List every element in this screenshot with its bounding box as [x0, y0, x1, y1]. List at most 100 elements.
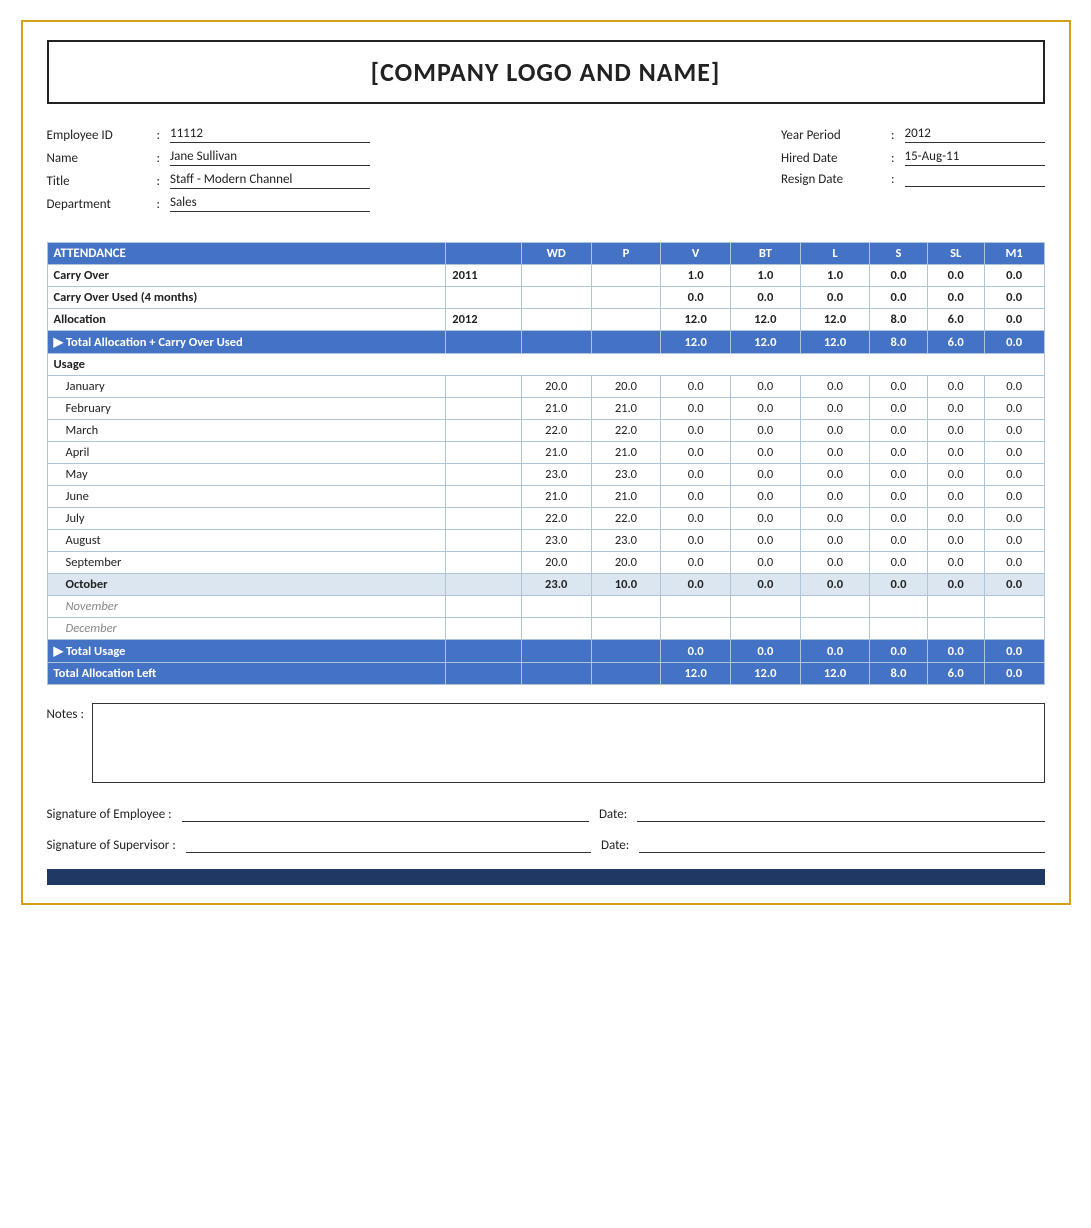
table-cell: 21.0 [521, 398, 591, 420]
hired-date-row: Hired Date : 15-Aug-11 [781, 149, 1044, 166]
notes-label: Notes : [47, 707, 84, 722]
table-cell: 0.0 [800, 398, 870, 420]
table-cell: 0.0 [661, 486, 731, 508]
hired-date-label: Hired Date [781, 151, 881, 166]
notes-section: Notes : [47, 703, 1045, 783]
table-cell: 0.0 [870, 398, 927, 420]
table-cell: 0.0 [984, 265, 1044, 287]
table-cell: 6.0 [927, 663, 984, 685]
table-cell [446, 663, 522, 685]
col-p: P [591, 243, 661, 265]
employee-date-line[interactable] [637, 821, 1044, 822]
table-row: Carry Over20111.01.01.00.00.00.0 [47, 265, 1044, 287]
table-cell [591, 331, 661, 354]
table-cell: 0.0 [800, 530, 870, 552]
col-wd: WD [521, 243, 591, 265]
table-cell: 0.0 [984, 398, 1044, 420]
table-cell: 0.0 [661, 420, 731, 442]
table-cell: 0.0 [870, 530, 927, 552]
table-cell [730, 596, 800, 618]
table-cell: 0.0 [984, 552, 1044, 574]
table-cell: 0.0 [870, 486, 927, 508]
table-row: ▶ Total Usage0.00.00.00.00.00.0 [47, 640, 1044, 663]
resign-date-value[interactable] [905, 185, 1045, 187]
table-cell [591, 596, 661, 618]
notes-box[interactable] [92, 703, 1045, 783]
table-cell [521, 265, 591, 287]
table-cell: 0.0 [927, 287, 984, 309]
col-attendance: ATTENDANCE [47, 243, 446, 265]
table-cell: 0.0 [730, 552, 800, 574]
table-cell: 21.0 [521, 442, 591, 464]
table-cell [446, 486, 522, 508]
table-row: Carry Over Used (4 months)0.00.00.00.00.… [47, 287, 1044, 309]
table-cell [446, 420, 522, 442]
employee-id-label: Employee ID [47, 128, 147, 143]
table-cell: 0.0 [730, 442, 800, 464]
table-cell: 0.0 [661, 552, 731, 574]
table-cell: 0.0 [800, 486, 870, 508]
signature-section: Signature of Employee : Date: Signature … [47, 807, 1045, 853]
table-cell: 0.0 [870, 442, 927, 464]
employee-date-label: Date: [599, 807, 627, 822]
table-cell: 0.0 [927, 265, 984, 287]
hired-date-value[interactable]: 15-Aug-11 [905, 149, 1045, 166]
table-row: Usage [47, 354, 1044, 376]
table-cell: 0.0 [984, 530, 1044, 552]
table-cell: 22.0 [591, 508, 661, 530]
table-cell: 6.0 [927, 309, 984, 331]
table-cell: 20.0 [521, 376, 591, 398]
table-cell: 6.0 [927, 331, 984, 354]
col-sl: SL [927, 243, 984, 265]
table-cell [661, 596, 731, 618]
supervisor-date-line[interactable] [639, 852, 1044, 853]
employee-title-value[interactable]: Staff - Modern Channel [170, 172, 370, 189]
table-cell [446, 574, 522, 596]
year-period-value[interactable]: 2012 [905, 126, 1045, 143]
table-row: September20.020.00.00.00.00.00.00.0 [47, 552, 1044, 574]
table-cell: 23.0 [521, 464, 591, 486]
employee-name-colon: : [157, 151, 160, 166]
info-right: Year Period : 2012 Hired Date : 15-Aug-1… [781, 126, 1044, 214]
table-cell: 23.0 [591, 530, 661, 552]
table-row: June21.021.00.00.00.00.00.00.0 [47, 486, 1044, 508]
table-cell: 0.0 [870, 574, 927, 596]
table-cell [591, 640, 661, 663]
table-cell: 0.0 [800, 552, 870, 574]
employee-sig-line[interactable] [182, 821, 589, 822]
table-cell: 0.0 [927, 398, 984, 420]
table-cell [446, 530, 522, 552]
table-cell: 21.0 [591, 398, 661, 420]
table-cell: 2012 [446, 309, 522, 331]
employee-name-value[interactable]: Jane Sullivan [170, 149, 370, 166]
supervisor-sig-line[interactable] [186, 852, 591, 853]
table-cell [521, 618, 591, 640]
table-cell [984, 618, 1044, 640]
attendance-table: ATTENDANCE WD P V BT L S SL M1 Carry Ove… [47, 242, 1045, 685]
table-cell [730, 618, 800, 640]
table-cell: 0.0 [984, 309, 1044, 331]
employee-id-colon: : [157, 128, 160, 143]
table-cell: 0.0 [927, 574, 984, 596]
table-cell: 0.0 [661, 574, 731, 596]
table-cell: 0.0 [984, 420, 1044, 442]
table-cell [446, 376, 522, 398]
table-cell: 0.0 [800, 287, 870, 309]
col-v: V [661, 243, 731, 265]
employee-id-value[interactable]: 11112 [170, 126, 370, 143]
table-cell [446, 398, 522, 420]
table-cell: August [47, 530, 446, 552]
table-cell [521, 309, 591, 331]
employee-dept-value[interactable]: Sales [170, 195, 370, 212]
table-cell: 23.0 [521, 530, 591, 552]
table-cell: 0.0 [661, 442, 731, 464]
table-cell: July [47, 508, 446, 530]
page-container: [COMPANY LOGO AND NAME] Employee ID : 11… [21, 20, 1071, 905]
info-section: Employee ID : 11112 Name : Jane Sullivan… [47, 126, 1045, 214]
table-cell: 21.0 [591, 442, 661, 464]
table-cell: June [47, 486, 446, 508]
table-cell [591, 663, 661, 685]
employee-name-label: Name [47, 151, 147, 166]
table-cell [521, 596, 591, 618]
table-cell: May [47, 464, 446, 486]
